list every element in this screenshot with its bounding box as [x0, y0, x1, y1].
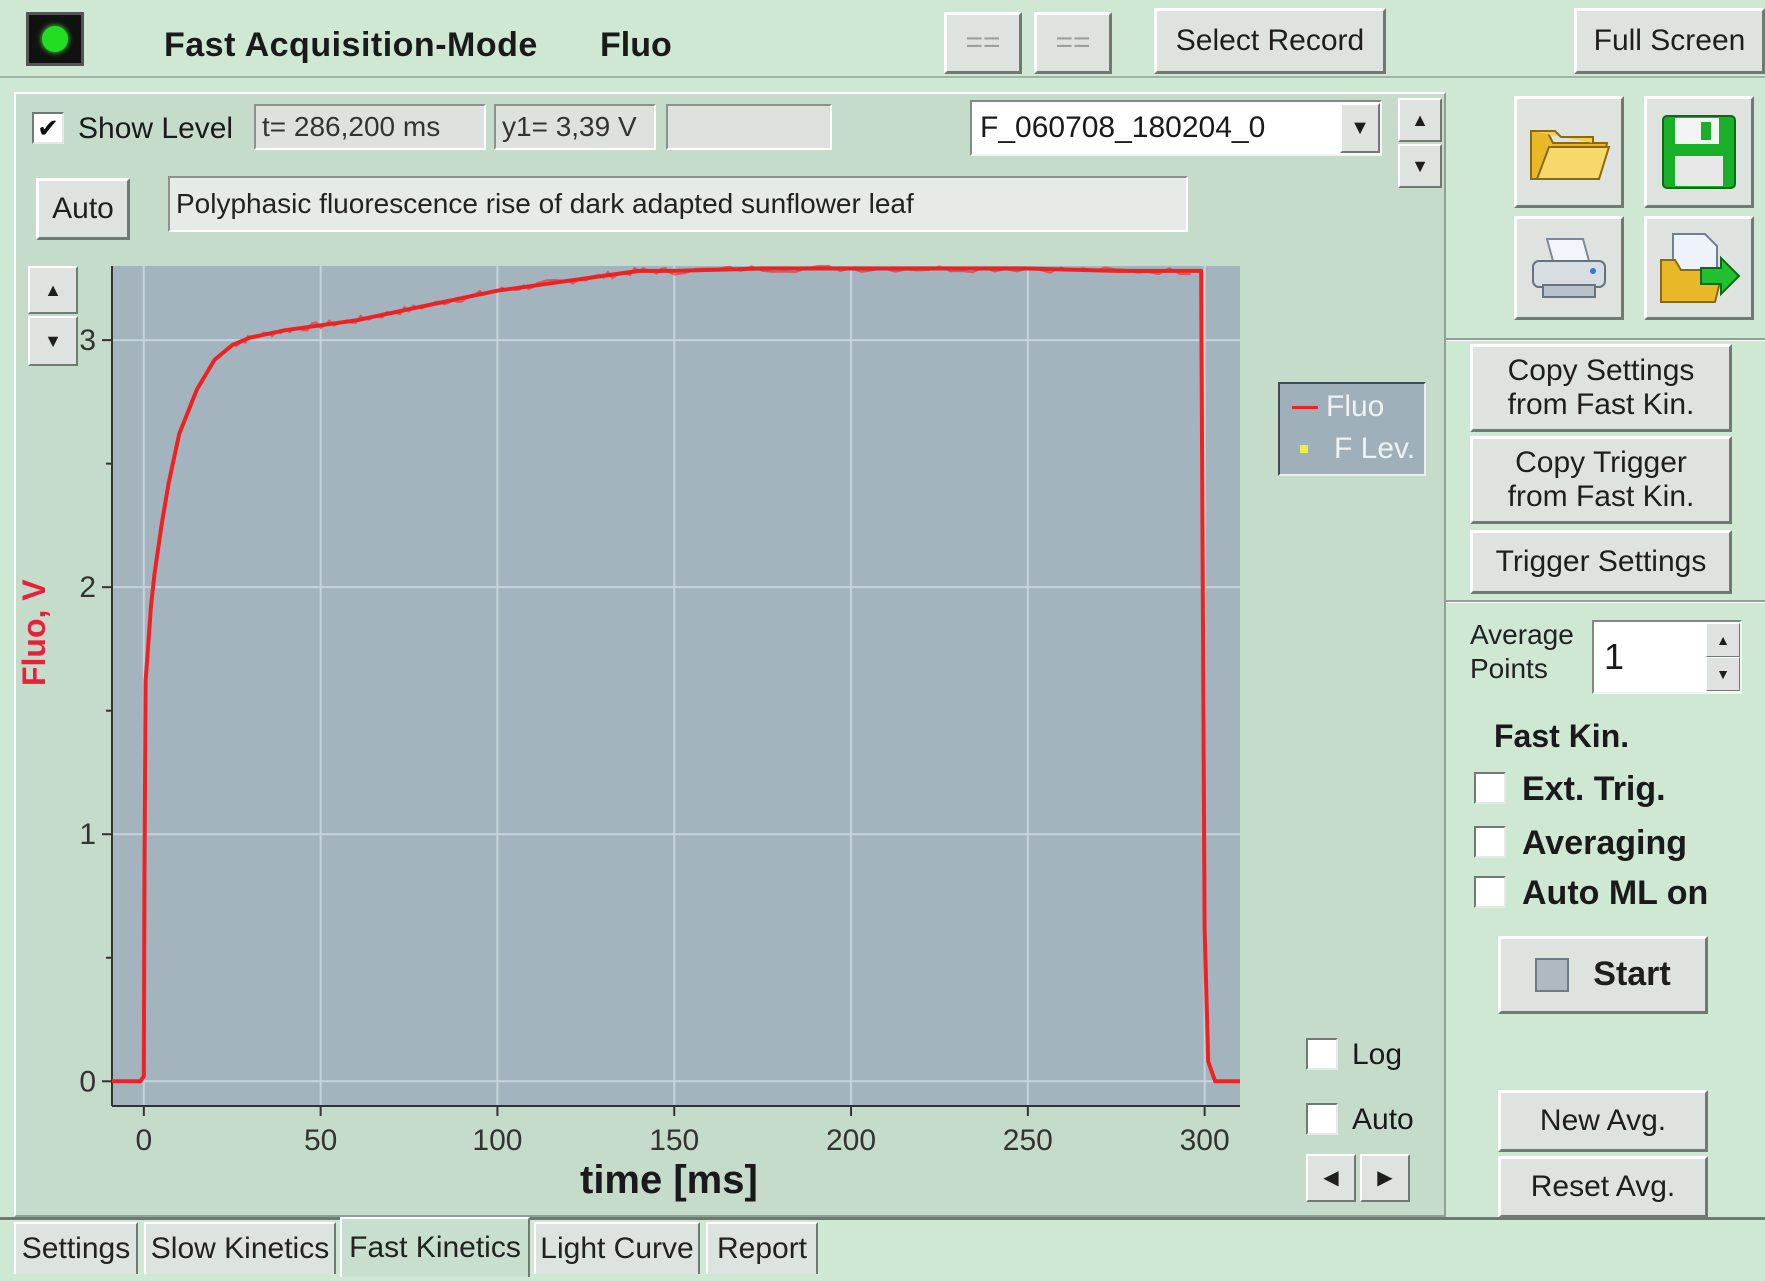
side-divider-mid	[1446, 600, 1765, 603]
averaging-label: Averaging	[1522, 824, 1688, 862]
fluorescence-chart: 0 50 100 150 200 250 300 0 1 2 3	[79, 264, 1240, 1157]
folder-icon	[1530, 130, 1611, 180]
auto-checkbox[interactable]	[1306, 1103, 1338, 1135]
printer-icon	[1532, 238, 1606, 298]
open-button[interactable]	[1514, 96, 1624, 208]
x-tick-label: 200	[826, 1124, 876, 1157]
tab-fast-kinetics[interactable]: Fast Kinetics	[340, 1217, 530, 1277]
start-button[interactable]: Start	[1498, 936, 1708, 1014]
tab-slow-kinetics[interactable]: Slow Kinetics	[144, 1222, 336, 1274]
print-button[interactable]	[1514, 216, 1624, 320]
side-divider-top	[1446, 338, 1765, 341]
y-axis-label: Fluo, V	[16, 579, 52, 686]
x-tick-label: 150	[649, 1124, 699, 1157]
x-tick-label: 250	[1003, 1124, 1053, 1157]
log-label: Log	[1352, 1038, 1403, 1071]
scroll-right-button[interactable]: ▶	[1360, 1154, 1410, 1202]
y-tick-label: 2	[79, 571, 96, 604]
reset-avg-button[interactable]: Reset Avg.	[1498, 1156, 1708, 1218]
tab-light-curve[interactable]: Light Curve	[534, 1222, 700, 1274]
trigger-settings-button[interactable]: Trigger Settings	[1470, 530, 1732, 594]
x-tick-label: 50	[304, 1124, 337, 1157]
average-points-label: Average Points	[1470, 619, 1574, 684]
floppy-disk-icon	[1662, 115, 1736, 189]
ext-trig-checkbox[interactable]	[1474, 772, 1506, 804]
x-axis-label: time [ms]	[580, 1158, 758, 1202]
auto-ml-checkbox[interactable]	[1474, 876, 1506, 908]
tab-report[interactable]: Report	[706, 1222, 818, 1274]
average-points-value: 1	[1604, 636, 1625, 677]
auto-ml-label: Auto ML on	[1522, 874, 1709, 912]
auto-label: Auto	[1352, 1103, 1414, 1136]
fast-kin-heading: Fast Kin.	[1494, 718, 1630, 754]
tab-settings[interactable]: Settings	[14, 1222, 138, 1274]
stepper-up-icon[interactable]: ▲	[1706, 623, 1740, 657]
averaging-checkbox[interactable]	[1474, 826, 1506, 858]
export-icon	[1660, 233, 1741, 303]
y-tick-label: 3	[79, 324, 96, 357]
start-indicator-icon	[1535, 958, 1570, 992]
legend-swatch-fluo	[1292, 405, 1318, 409]
legend-label-f-lev: F Lev.	[1334, 432, 1416, 465]
log-checkbox[interactable]	[1306, 1038, 1338, 1070]
save-button[interactable]	[1644, 96, 1754, 208]
x-tick-label: 300	[1180, 1124, 1230, 1157]
x-tick-label: 100	[472, 1124, 522, 1157]
legend-label-fluo: Fluo	[1326, 390, 1385, 423]
export-button[interactable]	[1644, 216, 1754, 320]
x-tick-label: 0	[135, 1124, 152, 1157]
arrow-right-icon: ▶	[1377, 1166, 1393, 1189]
arrow-left-icon: ◀	[1323, 1166, 1339, 1189]
copy-trigger-button[interactable]: Copy Trigger from Fast Kin.	[1470, 436, 1732, 524]
start-label: Start	[1593, 955, 1671, 994]
legend-item-fluo: Fluo	[1292, 390, 1384, 424]
plot-area	[112, 266, 1240, 1106]
scroll-left-button[interactable]: ◀	[1306, 1154, 1356, 1202]
full-screen-button[interactable]: Full Screen	[1574, 8, 1765, 74]
average-points-stepper[interactable]: ▲ ▼	[1706, 623, 1740, 691]
y-tick-label: 1	[79, 818, 96, 851]
stepper-down-icon[interactable]: ▼	[1706, 657, 1740, 691]
legend-item-f-lev: F Lev.	[1292, 432, 1415, 466]
ext-trig-label: Ext. Trig.	[1522, 770, 1666, 808]
chart-legend: Fluo F Lev.	[1278, 382, 1426, 476]
new-avg-button[interactable]: New Avg.	[1498, 1090, 1708, 1152]
app-window: { "header": { "title": "Fast Acquisition…	[0, 0, 1765, 1281]
copy-settings-button[interactable]: Copy Settings from Fast Kin.	[1470, 344, 1732, 432]
legend-swatch-f-lev	[1300, 445, 1308, 453]
y-tick-label: 0	[79, 1065, 96, 1098]
average-points-input[interactable]: 1 ▲ ▼	[1592, 620, 1742, 694]
